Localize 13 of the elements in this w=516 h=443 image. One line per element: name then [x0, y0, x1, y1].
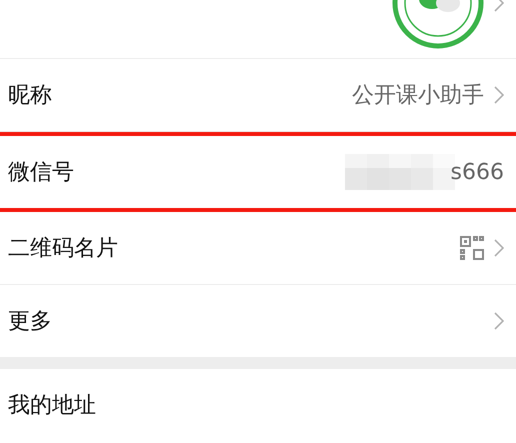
row-value: 公开课小助手 — [352, 82, 484, 110]
row-label: 更多 — [8, 308, 53, 336]
settings-row[interactable]: 更多 — [0, 285, 516, 357]
row-label: 昵称 — [8, 82, 53, 110]
qr-code-icon — [460, 236, 484, 260]
row-value: s666 — [450, 160, 504, 184]
row-label: 微信号 — [8, 159, 75, 187]
settings-row[interactable]: 昵称 公开课小助手 — [0, 59, 516, 132]
settings-row[interactable]: 二维码名片 — [0, 212, 516, 285]
settings-row[interactable]: 我的地址 — [0, 369, 516, 441]
settings-row[interactable]: 微信号 s666 — [0, 132, 516, 212]
row-label: 二维码名片 — [8, 235, 119, 263]
row-label: 我的地址 — [8, 392, 97, 420]
